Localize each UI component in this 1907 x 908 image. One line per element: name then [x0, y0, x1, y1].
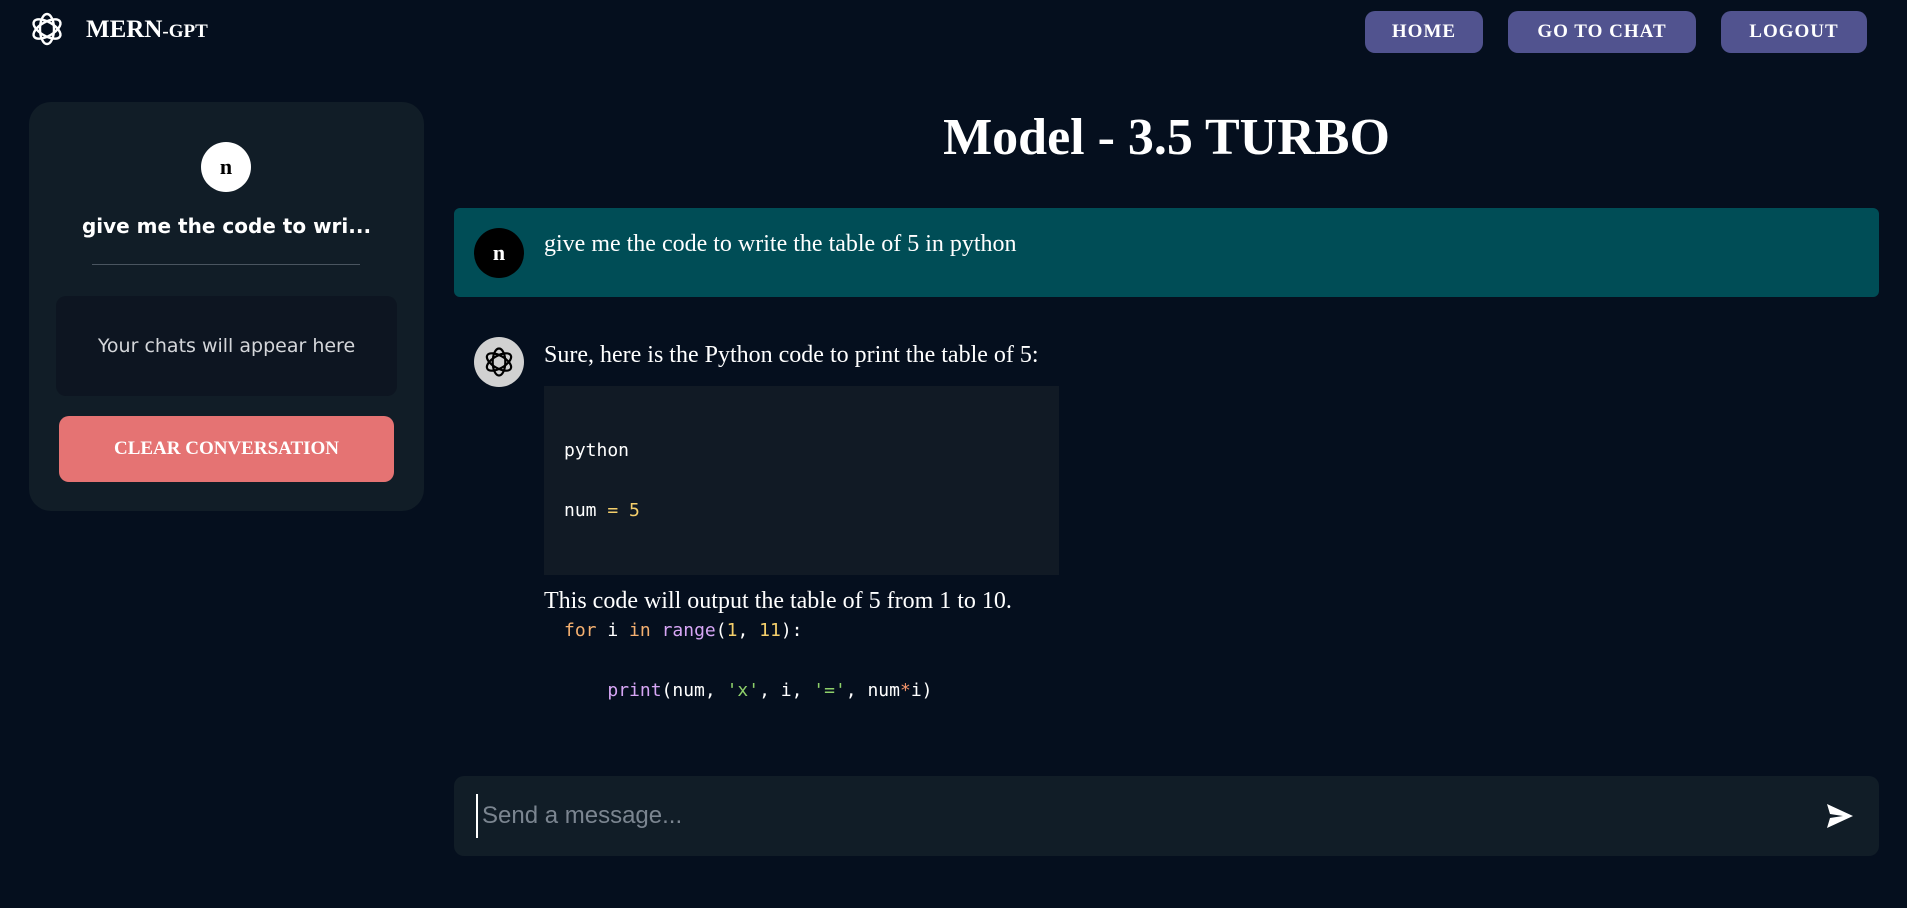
code-block: python num = 5 for i in range(1, 11): pr…	[544, 386, 1059, 701]
message-composer	[454, 776, 1879, 856]
send-icon	[1827, 804, 1853, 828]
user-message: n give me the code to write the table of…	[454, 208, 1879, 297]
go-to-chat-button[interactable]: GO TO CHAT	[1508, 11, 1696, 53]
chat-history-placeholder: Your chats will appear here	[97, 335, 356, 357]
user-message-avatar: n	[474, 228, 524, 278]
page-title: Model - 3.5 TURBO	[943, 109, 1390, 166]
assistant-outro-text: This code will output the table of 5 fro…	[544, 588, 1012, 614]
home-button[interactable]: HOME	[1365, 11, 1483, 53]
chat-history-list: Your chats will appear here	[56, 296, 397, 396]
brand-name[interactable]: MERN-GPT	[86, 16, 208, 44]
code-line: print(num, 'x', i, '=', num*i)	[607, 680, 933, 701]
sidebar-divider	[92, 264, 360, 265]
brand-main: MERN	[86, 16, 163, 43]
openai-logo-icon	[485, 347, 513, 377]
assistant-intro-text: Sure, here is the Python code to print t…	[544, 342, 1039, 368]
logout-button[interactable]: LOGOUT	[1721, 11, 1867, 53]
code-line: python	[564, 440, 630, 461]
current-chat-title: give me the code to wri...	[81, 214, 372, 238]
user-message-text: give me the code to write the table of 5…	[544, 231, 1017, 257]
code-line: num = 5	[564, 500, 640, 521]
user-avatar: n	[201, 142, 251, 192]
sidebar: n give me the code to wri... Your chats …	[29, 102, 424, 511]
code-line: for i in range(1, 11):	[564, 620, 803, 641]
clear-conversation-button[interactable]: CLEAR CONVERSATION	[59, 416, 394, 482]
assistant-avatar	[474, 337, 524, 387]
brand-suffix: -GPT	[162, 21, 208, 42]
send-button[interactable]	[1822, 798, 1858, 834]
navbar: MERN-GPT HOME GO TO CHAT LOGOUT	[0, 0, 1907, 66]
message-input[interactable]	[476, 794, 1776, 838]
openai-logo-icon[interactable]	[27, 9, 67, 49]
